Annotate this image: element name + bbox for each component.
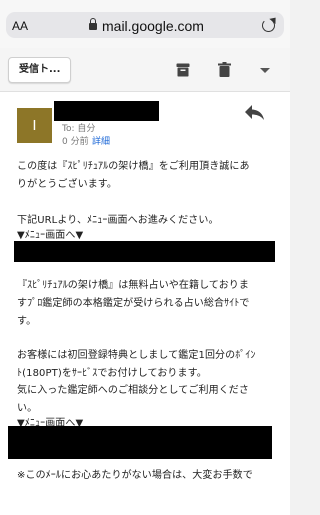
mail-toolbar: 受信ト... [0,48,290,92]
url-text[interactable]: mail.google.com [102,18,204,34]
back-to-inbox-button[interactable]: 受信ト... [8,57,72,83]
body-line: 気に入った鑑定師へのご相談分としてご利用くださ [17,385,249,396]
reload-icon[interactable] [262,19,275,32]
body-line: お客様には初回登録特典としまして鑑定1回分のﾎﾟｲﾝ [17,350,256,361]
body-line: ※このﾒｰﾙにお心あたりがない場合は、大変お手数で [17,470,253,481]
body-line: い。 [17,403,38,414]
body-line: 下記URLより、ﾒﾆｭｰ画面へお進みください。 [17,215,219,226]
body-line: りがとうございます。 [17,179,117,190]
details-link[interactable]: 詳細 [92,134,110,147]
chevron-down-icon[interactable] [260,68,270,73]
body-line: この度は『ｽﾋﾟﾘﾁｭｱﾙの架け橋』をご利用頂き誠にあ [17,161,250,172]
browser-address-bar: AA mail.google.com [0,0,290,48]
screen: AA mail.google.com 受信ト... I To: 自分 0 分前 … [0,0,290,515]
body-line: ﾄ(180PT)をｻｰﾋﾞｽでお付けしております。 [17,368,207,379]
body-line: 『ｽﾋﾟﾘﾁｭｱﾙの架け橋』は無料占いや在籍しておりま [17,280,249,291]
sender-avatar: I [17,108,52,143]
redacted-url-link[interactable] [8,426,272,459]
message-time: 0 分前 [62,137,89,147]
menu-heading: ▼ﾒﾆｭｰ画面へ▼ [17,230,84,241]
trash-icon[interactable] [218,62,231,77]
body-line: すﾌﾟﾛ鑑定師の本格鑑定が受けられる占い総合ｻｲﾄで [17,298,250,309]
archive-icon[interactable] [176,63,190,77]
reply-icon[interactable] [244,104,266,122]
recipient-label: To: 自分 [62,124,96,134]
redacted-sender-name [54,101,159,121]
lock-icon [89,18,97,30]
redacted-url-link[interactable] [14,241,275,262]
text-size-button[interactable]: AA [12,19,28,33]
body-line: す。 [17,316,37,327]
